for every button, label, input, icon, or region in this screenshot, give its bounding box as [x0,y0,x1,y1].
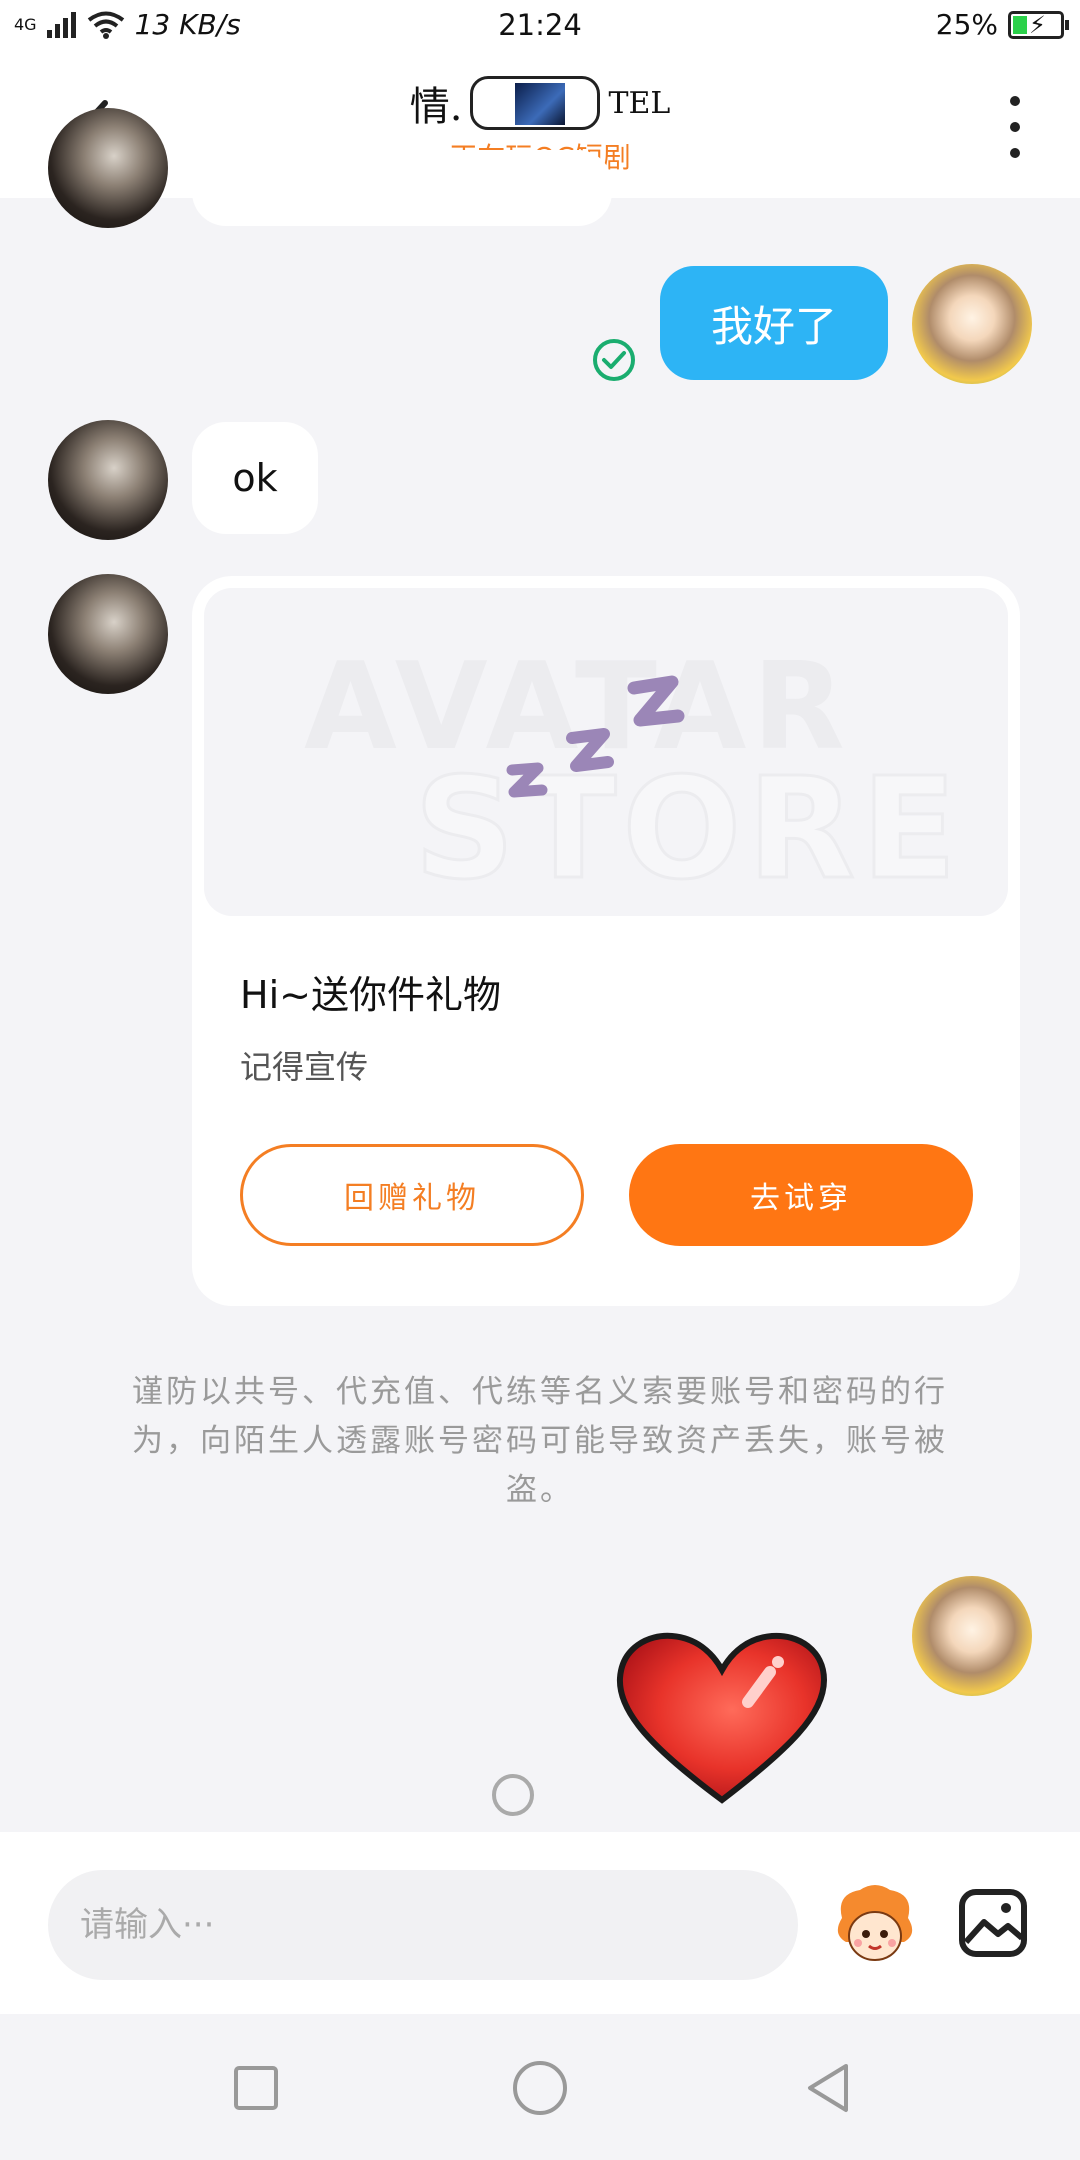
contact-avatar[interactable] [48,574,168,694]
sent-message-bubble[interactable]: 我好了 [660,266,888,380]
status-right: 25% ⚡ [935,8,1069,41]
input-bar [0,1832,1080,2014]
contact-avatar[interactable] [48,420,168,540]
sleeping-zzz-icon [506,675,685,798]
sent-message-text: 我好了 [710,301,837,351]
received-message-text: ok [232,456,278,500]
chat-title[interactable]: 情. TEL [409,74,671,132]
message-input[interactable] [48,1870,798,1980]
received-message-bubble[interactable]: ok [192,422,318,534]
previous-message-bubble [192,150,612,226]
read-check-icon [593,339,635,381]
contact-avatar[interactable] [48,108,168,228]
more-menu-button[interactable] [1000,96,1030,158]
gift-card-title: Hi~送你件礼物 [240,973,501,1017]
image-picker-icon[interactable] [958,1888,1028,1958]
clock: 21:24 [498,8,582,42]
heart-sticker[interactable] [612,1628,832,1808]
battery-percent: 25% [935,8,998,41]
system-nav-bar [0,2014,1080,2160]
sticker-button[interactable] [830,1880,920,1970]
gift-card-subtitle: 记得宣传 [240,1048,369,1086]
title-emoji-image [470,76,601,130]
title-left-text: 情. [409,84,463,130]
status-bar: 4G 13 KB/s 21:24 25% ⚡ [0,0,1080,52]
gift-card-image: AVATAR STORE [204,588,1008,916]
gift-card[interactable]: AVATAR STORE Hi~送你件礼物 记得宣传 回赠礼物 去试穿 [192,576,1020,1306]
my-avatar[interactable] [912,264,1032,384]
battery-icon: ⚡ [1008,10,1069,39]
recent-apps-button[interactable] [226,2058,286,2118]
home-button[interactable] [510,2058,570,2118]
my-avatar[interactable] [912,1576,1032,1696]
try-on-button[interactable]: 去试穿 [629,1144,973,1246]
title-right-text: TEL [608,85,671,121]
security-warning: 谨防以共号、代充值、代练等名义索要账号和密码的行为，向陌生人透露账号密码可能导致… [132,1374,948,1508]
back-nav-button[interactable] [800,2058,860,2118]
sending-indicator [492,1774,534,1816]
return-gift-button[interactable]: 回赠礼物 [240,1144,584,1246]
